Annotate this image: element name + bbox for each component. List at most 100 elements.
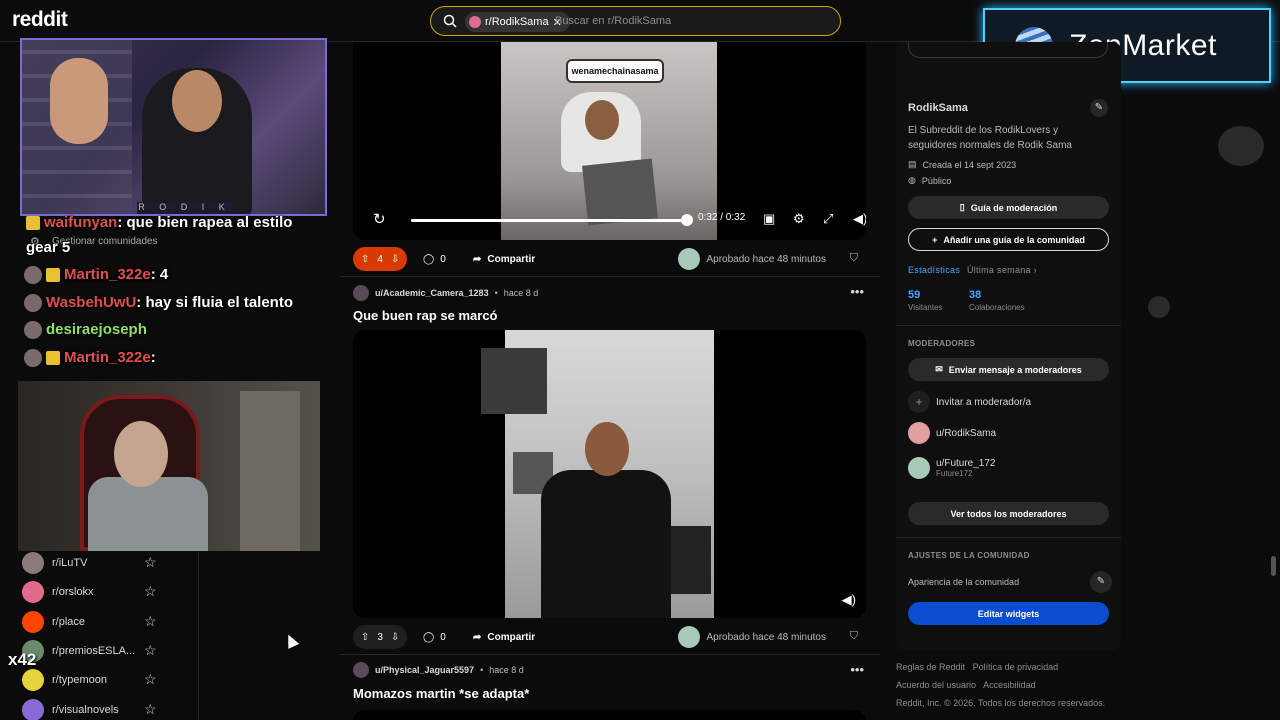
chat-avatar bbox=[24, 321, 42, 340]
moderator-item[interactable]: u/Future_172 Future172 bbox=[908, 457, 996, 479]
settings-icon[interactable]: ⚙ bbox=[793, 211, 805, 227]
invite-mod-button[interactable]: + Invitar a moderador/a bbox=[908, 391, 1031, 413]
favorite-star-icon[interactable]: ☆ bbox=[144, 642, 157, 659]
add-guide-button[interactable]: + Añadir una guía de la comunidad bbox=[908, 228, 1109, 251]
sidebar-community-item[interactable]: r/typemoon bbox=[22, 668, 162, 692]
divider bbox=[896, 325, 1121, 326]
post-feed: wenamechainasama ↻ 0:32 / 0:32 ▣ ⚙ ⤢ ◀) … bbox=[340, 42, 880, 720]
streamer-webcam: R O D I K bbox=[20, 38, 327, 216]
sidebar-community-item[interactable]: r/iLuTV bbox=[22, 551, 162, 575]
footer-rules-link[interactable]: Reglas de Reddit bbox=[896, 662, 965, 672]
community-avatar bbox=[22, 698, 44, 720]
approved-status: Aprobado hace 48 minutos bbox=[678, 625, 826, 649]
mod-shield-icon[interactable]: ⛉ bbox=[850, 252, 858, 265]
favorite-star-icon[interactable]: ☆ bbox=[144, 583, 157, 600]
background-door bbox=[240, 391, 300, 551]
reddit-logo[interactable]: reddit bbox=[12, 8, 68, 32]
vote-control[interactable]: ⇧ 3 ⇩ bbox=[353, 625, 408, 649]
footer-privacy-link[interactable]: Política de privacidad bbox=[973, 662, 1059, 672]
volume-icon[interactable]: ◀) bbox=[842, 592, 856, 608]
background-blob bbox=[1148, 296, 1170, 318]
sidebar-community-item[interactable]: r/visualnovels bbox=[22, 698, 162, 720]
scrollbar[interactable] bbox=[1271, 556, 1276, 576]
favorite-star-icon[interactable]: ☆ bbox=[144, 671, 157, 688]
downvote-icon[interactable]: ⇩ bbox=[391, 632, 399, 643]
moderator-name: u/Future_172 bbox=[936, 458, 996, 469]
post-divider bbox=[340, 276, 880, 277]
mod-guide-button[interactable]: ▯ Guía de moderación bbox=[908, 196, 1109, 219]
favorite-star-icon[interactable]: ☆ bbox=[144, 701, 157, 718]
sidebar-community-item[interactable]: r/place bbox=[22, 610, 162, 634]
video-caption: wenamechainasama bbox=[566, 59, 664, 83]
vote-control[interactable]: ⇧ 4 ⇩ bbox=[353, 247, 408, 271]
edit-icon[interactable]: ✎ bbox=[1090, 571, 1112, 593]
footer-copyright: Reddit, Inc. © 2026. Todos los derechos … bbox=[896, 698, 1106, 708]
sidebar-community-item[interactable]: r/orslokx bbox=[22, 580, 162, 604]
downvote-icon[interactable]: ⇩ bbox=[391, 254, 399, 265]
post-title[interactable]: Momazos martin *se adapta* bbox=[353, 686, 529, 701]
footer-agreement-link[interactable]: Acuerdo del usuario bbox=[896, 680, 976, 690]
post-time: hace 8 d bbox=[489, 665, 524, 675]
video-player[interactable]: ◀) bbox=[353, 330, 866, 618]
progress-bar[interactable] bbox=[411, 219, 687, 222]
stats-header[interactable]: Estadísticas Última semana › bbox=[908, 265, 1037, 275]
visitors-count: 59 bbox=[908, 289, 921, 301]
volume-icon[interactable]: ◀) bbox=[853, 211, 866, 227]
created-date: ▤ Creada el 14 sept 2023 bbox=[908, 159, 1017, 170]
video-time: 0:32 / 0:32 bbox=[698, 212, 746, 223]
chat-message: Martin_322e: 4 bbox=[24, 266, 168, 285]
background-blob bbox=[1218, 126, 1264, 166]
rapper-face bbox=[585, 422, 629, 476]
mod-shield-icon[interactable]: ⛉ bbox=[850, 630, 858, 643]
progress-thumb[interactable] bbox=[681, 214, 693, 226]
search-bar[interactable]: r/RodikSama ✕ Buscar en r/RodikSama bbox=[430, 6, 841, 36]
captions-icon[interactable]: ▣ bbox=[763, 211, 775, 227]
sidebar-community-item[interactable]: r/premiosESLA... bbox=[22, 639, 162, 663]
share-button[interactable]: ➦ Compartir bbox=[465, 625, 543, 649]
edit-icon[interactable]: ✎ bbox=[1090, 99, 1108, 117]
fullscreen-icon[interactable]: ⤢ bbox=[823, 211, 833, 227]
video-player[interactable]: wenamechainasama ↻ 0:32 / 0:32 ▣ ⚙ ⤢ ◀) bbox=[353, 42, 866, 240]
more-options-icon[interactable]: ••• bbox=[850, 662, 864, 677]
post-actions: ⇧ 3 ⇩ ◯ 0 ➦ Compartir Aprobado hace 48 m… bbox=[353, 625, 866, 649]
video-player[interactable] bbox=[353, 710, 866, 720]
chat-badge-icon bbox=[26, 216, 40, 231]
community-avatar bbox=[22, 581, 44, 604]
footer-accessibility-link[interactable]: Accesibilidad bbox=[983, 680, 1036, 690]
comment-icon: ◯ bbox=[423, 253, 435, 265]
user-avatar[interactable] bbox=[353, 285, 369, 301]
wall-poster bbox=[671, 526, 711, 594]
comments-button[interactable]: ◯ 0 bbox=[415, 247, 454, 271]
upvote-icon[interactable]: ⇧ bbox=[361, 632, 369, 643]
favorite-star-icon[interactable]: ☆ bbox=[144, 613, 157, 630]
post-author[interactable]: u/Academic_Camera_1283 bbox=[375, 288, 489, 298]
reactor-face bbox=[114, 421, 168, 487]
community-name: RodikSama bbox=[908, 102, 968, 114]
sidebar-divider bbox=[198, 552, 199, 720]
post-title[interactable]: Que buen rap se marcó bbox=[353, 308, 498, 323]
moderator-item[interactable]: u/RodikSama bbox=[908, 422, 996, 444]
post-actions: ⇧ 4 ⇩ ◯ 0 ➦ Compartir Aprobado hace 48 m… bbox=[353, 247, 866, 271]
moderator-name: u/RodikSama bbox=[936, 427, 997, 439]
more-options-icon[interactable]: ••• bbox=[850, 284, 864, 299]
visibility: ◍ Público bbox=[908, 175, 952, 186]
community-avatar bbox=[22, 669, 44, 692]
user-avatar[interactable] bbox=[353, 662, 369, 678]
replay-icon[interactable]: ↻ bbox=[373, 210, 386, 228]
chat-message: waifunyan: que bien rapea al estilo bbox=[26, 214, 292, 231]
chat-avatar bbox=[24, 294, 42, 313]
post-author[interactable]: u/Physical_Jaguar5597 bbox=[375, 665, 474, 675]
share-button[interactable]: ➦ Compartir bbox=[465, 247, 543, 271]
join-button[interactable] bbox=[908, 42, 1108, 58]
chat-message: Martin_322e: bbox=[24, 349, 156, 368]
favorite-star-icon[interactable]: ☆ bbox=[144, 554, 157, 571]
moderator-avatar bbox=[908, 457, 930, 479]
view-all-mods-button[interactable]: Ver todos los moderadores bbox=[908, 502, 1109, 525]
edit-widgets-button[interactable]: Editar widgets bbox=[908, 602, 1109, 625]
search-input[interactable]: Buscar en r/RodikSama bbox=[555, 15, 671, 27]
message-mods-button[interactable]: ✉ Enviar mensaje a moderadores bbox=[908, 358, 1109, 381]
appearance-setting[interactable]: Apariencia de la comunidad bbox=[908, 577, 1019, 587]
upvote-icon[interactable]: ⇧ bbox=[361, 254, 369, 265]
moderators-header: MODERADORES bbox=[908, 339, 976, 348]
comments-button[interactable]: ◯ 0 bbox=[415, 625, 454, 649]
